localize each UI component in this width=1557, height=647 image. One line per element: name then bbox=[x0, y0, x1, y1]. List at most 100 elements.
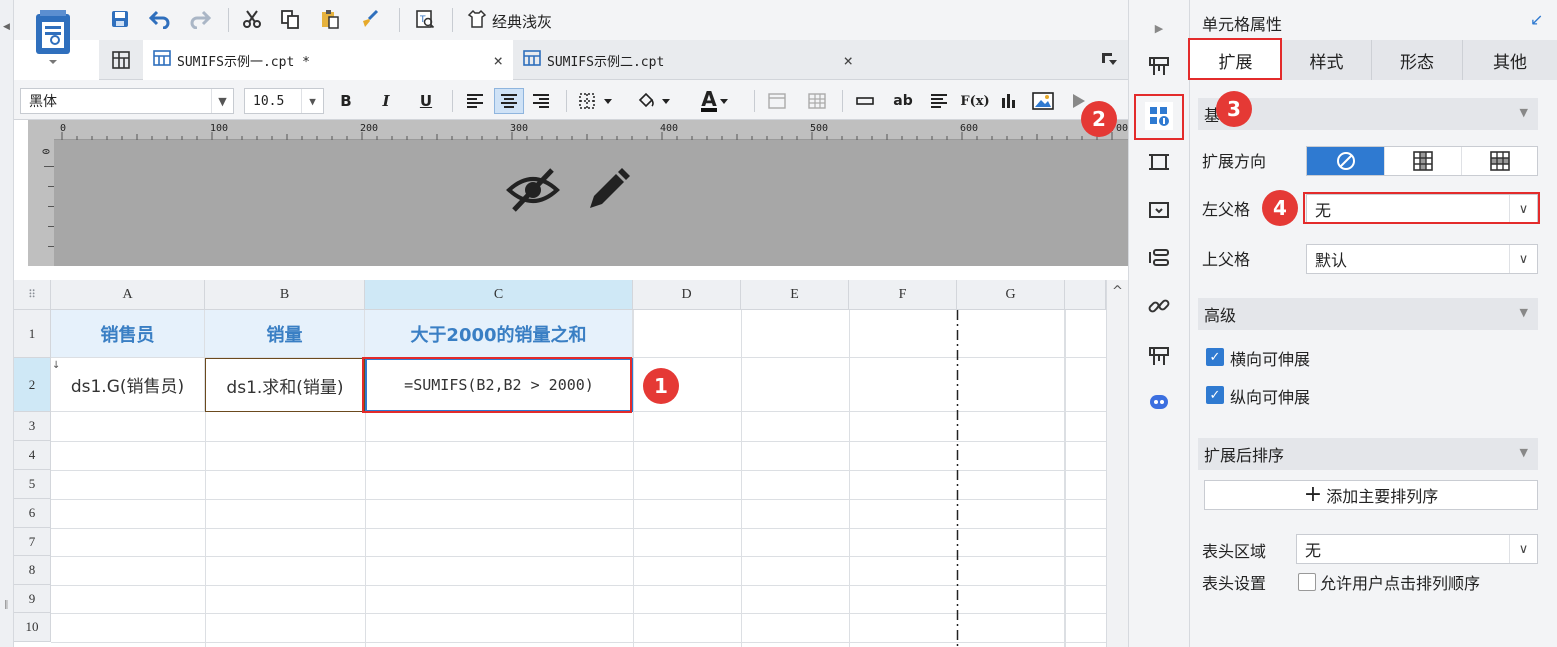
copy-icon[interactable] bbox=[277, 6, 303, 32]
close-icon[interactable]: × bbox=[843, 51, 853, 70]
hide-eye-icon[interactable] bbox=[506, 166, 560, 218]
left-collapse-strip[interactable]: ◀ ‖ bbox=[0, 0, 14, 647]
column-header[interactable]: D bbox=[633, 280, 741, 310]
row-header[interactable]: 4 bbox=[14, 441, 51, 470]
row-header[interactable]: 2 bbox=[14, 358, 51, 412]
resize-handle-icon[interactable]: ‖ bbox=[4, 600, 9, 610]
widget-icon[interactable] bbox=[1145, 196, 1173, 224]
column-header[interactable] bbox=[1065, 280, 1106, 310]
chevron-down-icon[interactable]: ∨ bbox=[1509, 245, 1537, 273]
vertical-expand-icon[interactable] bbox=[1384, 147, 1461, 175]
format-brush-icon[interactable] bbox=[357, 6, 383, 32]
tab-sumifs-example-1[interactable]: SUMIFS示例一.cpt * × bbox=[143, 40, 513, 80]
edit-pencil-icon[interactable] bbox=[584, 166, 632, 218]
vertical-scrollbar[interactable]: ^ bbox=[1106, 280, 1128, 647]
template-icon[interactable] bbox=[1145, 52, 1173, 80]
chevron-down-icon[interactable]: ▼ bbox=[1520, 306, 1528, 319]
add-sort-button[interactable]: + 添加主要排列序 bbox=[1204, 480, 1538, 510]
row-header[interactable]: 1 bbox=[14, 310, 51, 358]
text-field-icon[interactable] bbox=[852, 88, 878, 114]
font-color-icon[interactable]: A bbox=[694, 88, 738, 114]
column-header[interactable]: A bbox=[51, 280, 205, 310]
font-family-select[interactable]: 黑体 ▼ bbox=[20, 88, 234, 114]
panel-title: 单元格属性 bbox=[1202, 15, 1283, 34]
row-header[interactable]: 3 bbox=[14, 412, 51, 441]
image-icon[interactable] bbox=[1030, 88, 1056, 114]
advanced-section[interactable]: 高级 ▼ bbox=[1198, 298, 1538, 330]
tab-label: SUMIFS示例一.cpt * bbox=[177, 54, 310, 70]
tab-form[interactable]: 形态 bbox=[1372, 40, 1463, 80]
split-cells-icon[interactable] bbox=[804, 88, 830, 114]
no-expand-icon[interactable] bbox=[1307, 147, 1384, 175]
tab-sumifs-example-2[interactable]: SUMIFS示例二.cpt × bbox=[513, 40, 863, 80]
horizontal-expand-label: 横向可伸展 bbox=[1230, 350, 1311, 369]
collapse-panel-icon[interactable]: ↙ bbox=[1530, 10, 1543, 29]
chevron-down-icon[interactable]: ▼ bbox=[211, 89, 233, 113]
header-area-select[interactable]: 无 ∨ bbox=[1296, 534, 1538, 564]
rich-text-icon[interactable] bbox=[926, 88, 952, 114]
save-icon[interactable] bbox=[107, 6, 133, 32]
chevron-down-icon[interactable]: ▼ bbox=[1520, 106, 1528, 119]
top-parent-select[interactable]: 默认 ∨ bbox=[1306, 244, 1538, 274]
cut-icon[interactable] bbox=[239, 6, 265, 32]
theme-icon[interactable] bbox=[464, 6, 490, 32]
app-logo-icon[interactable] bbox=[34, 8, 72, 64]
column-header[interactable]: E bbox=[741, 280, 849, 310]
font-size-select[interactable]: 10.5 ▼ bbox=[244, 88, 324, 114]
select-all-corner[interactable]: ⠿ bbox=[14, 280, 51, 310]
merge-cells-icon[interactable] bbox=[764, 88, 790, 114]
grid-layout-icon[interactable] bbox=[111, 50, 131, 75]
fill-color-icon[interactable] bbox=[634, 88, 678, 114]
report-template-icon[interactable] bbox=[1145, 342, 1173, 370]
preview-icon[interactable]: T bbox=[412, 6, 438, 32]
annotation-badge-4: 4 bbox=[1262, 190, 1298, 226]
expand-arrow-icon[interactable]: ▶ bbox=[1145, 14, 1173, 42]
chevron-down-icon[interactable]: ∨ bbox=[1509, 535, 1537, 563]
undo-icon[interactable] bbox=[147, 6, 173, 32]
chevron-down-icon[interactable]: ▼ bbox=[1520, 446, 1528, 459]
chart-icon[interactable] bbox=[996, 88, 1022, 114]
column-header[interactable]: F bbox=[849, 280, 957, 310]
top-parent-value: 默认 bbox=[1315, 251, 1348, 270]
allow-user-sort-checkbox[interactable] bbox=[1298, 573, 1316, 591]
condition-icon[interactable] bbox=[1145, 244, 1173, 272]
report-header-area[interactable] bbox=[54, 140, 1128, 266]
row-header[interactable]: 7 bbox=[14, 528, 51, 556]
cell-element-icon[interactable] bbox=[1145, 148, 1173, 176]
tab-style[interactable]: 样式 bbox=[1282, 40, 1372, 80]
paste-icon[interactable] bbox=[317, 6, 343, 32]
align-left-icon[interactable] bbox=[462, 88, 488, 114]
collapse-arrow-icon[interactable]: ◀ bbox=[3, 22, 10, 32]
column-header[interactable]: G bbox=[957, 280, 1065, 310]
assistant-bot-icon[interactable] bbox=[1145, 388, 1173, 416]
theme-label[interactable]: 经典浅灰 bbox=[492, 11, 552, 32]
align-center-icon[interactable] bbox=[494, 88, 524, 114]
chevron-down-icon[interactable]: ▼ bbox=[301, 89, 323, 113]
close-icon[interactable]: × bbox=[493, 51, 503, 70]
horizontal-expand-checkbox[interactable]: ✓ bbox=[1206, 348, 1224, 366]
formula-button[interactable]: F(x) bbox=[960, 88, 990, 114]
text-button[interactable]: ab bbox=[890, 88, 916, 114]
horizontal-expand-icon[interactable] bbox=[1461, 147, 1538, 175]
column-header[interactable]: C bbox=[365, 280, 633, 310]
sort-section[interactable]: 扩展后排序 ▼ bbox=[1198, 438, 1538, 470]
border-icon[interactable] bbox=[576, 88, 620, 114]
row-header[interactable]: 5 bbox=[14, 470, 51, 499]
bold-button[interactable]: B bbox=[334, 88, 358, 114]
row-header[interactable]: 8 bbox=[14, 556, 51, 585]
italic-button[interactable]: I bbox=[374, 88, 398, 114]
tab-list-menu-icon[interactable] bbox=[1101, 52, 1119, 72]
file-tabs-bar: SUMIFS示例一.cpt * × SUMIFS示例二.cpt × bbox=[99, 40, 1128, 80]
redo-icon[interactable] bbox=[187, 6, 213, 32]
scroll-up-icon[interactable]: ^ bbox=[1112, 284, 1123, 299]
column-header[interactable]: B bbox=[205, 280, 365, 310]
spreadsheet-grid[interactable]: ⠿ A B C D E F G 1 2 3 4 5 6 7 8 9 10 销售员… bbox=[14, 280, 1114, 647]
row-header[interactable]: 6 bbox=[14, 499, 51, 528]
row-header[interactable]: 9 bbox=[14, 585, 51, 613]
align-right-icon[interactable] bbox=[528, 88, 554, 114]
tab-other[interactable]: 其他 bbox=[1463, 40, 1557, 80]
underline-button[interactable]: U bbox=[414, 88, 438, 114]
hyperlink-icon[interactable] bbox=[1145, 292, 1173, 320]
row-header[interactable]: 10 bbox=[14, 613, 51, 642]
vertical-expand-checkbox[interactable]: ✓ bbox=[1206, 386, 1224, 404]
